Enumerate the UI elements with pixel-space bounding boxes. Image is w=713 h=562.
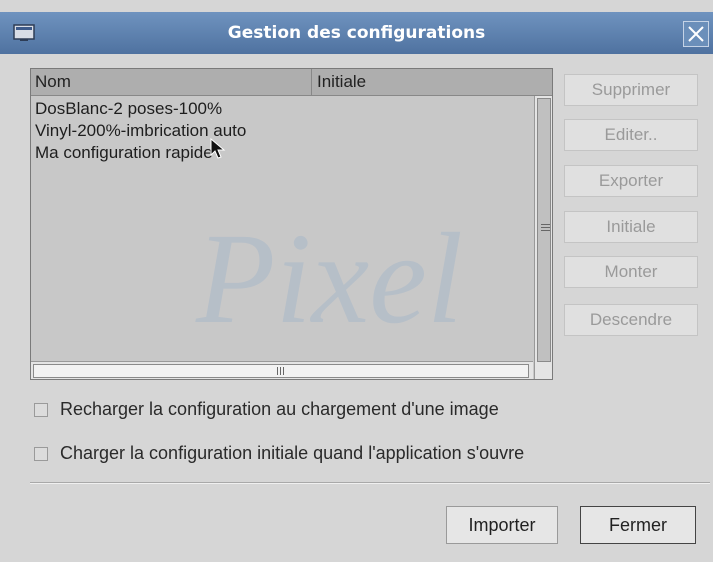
close-icon [688, 26, 704, 42]
list-item[interactable]: DosBlanc-2 poses-100% [31, 98, 533, 120]
monter-button[interactable]: Monter [564, 256, 698, 288]
list-rows: DosBlanc-2 poses-100% Vinyl-200%-imbrica… [31, 98, 533, 164]
grip-icon [277, 367, 286, 375]
vertical-scrollbar[interactable] [534, 96, 552, 379]
mouse-cursor-icon [210, 138, 226, 159]
fermer-button[interactable]: Fermer [580, 506, 696, 544]
load-initial-label: Charger la configuration initiale quand … [60, 443, 525, 463]
list-item[interactable]: Ma configuration rapide [31, 142, 533, 164]
reload-config-label: Recharger la configuration au chargement… [60, 399, 499, 419]
title-bar[interactable]: Gestion des configurations [0, 12, 713, 54]
grip-icon [541, 224, 550, 233]
importer-button[interactable]: Importer [446, 506, 558, 544]
editer-button[interactable]: Editer.. [564, 119, 698, 151]
checkbox-box[interactable] [34, 403, 48, 417]
column-header-nom[interactable]: Nom [35, 69, 312, 95]
initiale-button[interactable]: Initiale [564, 211, 698, 243]
descendre-button[interactable]: Descendre [564, 304, 698, 336]
horizontal-scrollbar[interactable] [31, 361, 533, 379]
checkbox-box[interactable] [34, 447, 48, 461]
configurations-list[interactable]: Nom Initiale DosBlanc-2 poses-100% Vinyl… [30, 68, 553, 380]
vertical-scroll-thumb[interactable] [537, 98, 551, 362]
close-button[interactable] [683, 21, 709, 47]
dialog-content: Nom Initiale DosBlanc-2 poses-100% Vinyl… [0, 54, 713, 562]
horizontal-scroll-thumb[interactable] [33, 364, 529, 378]
divider [30, 482, 710, 484]
window-title: Gestion des configurations [227, 23, 486, 43]
supprimer-button[interactable]: Supprimer [564, 74, 698, 106]
column-header-initiale[interactable]: Initiale [317, 69, 366, 95]
exporter-button[interactable]: Exporter [564, 165, 698, 197]
list-header: Nom Initiale [31, 69, 552, 96]
config-dialog: Gestion des configurations Nom Initiale … [0, 0, 713, 562]
list-item[interactable]: Vinyl-200%-imbrication auto [31, 120, 533, 142]
